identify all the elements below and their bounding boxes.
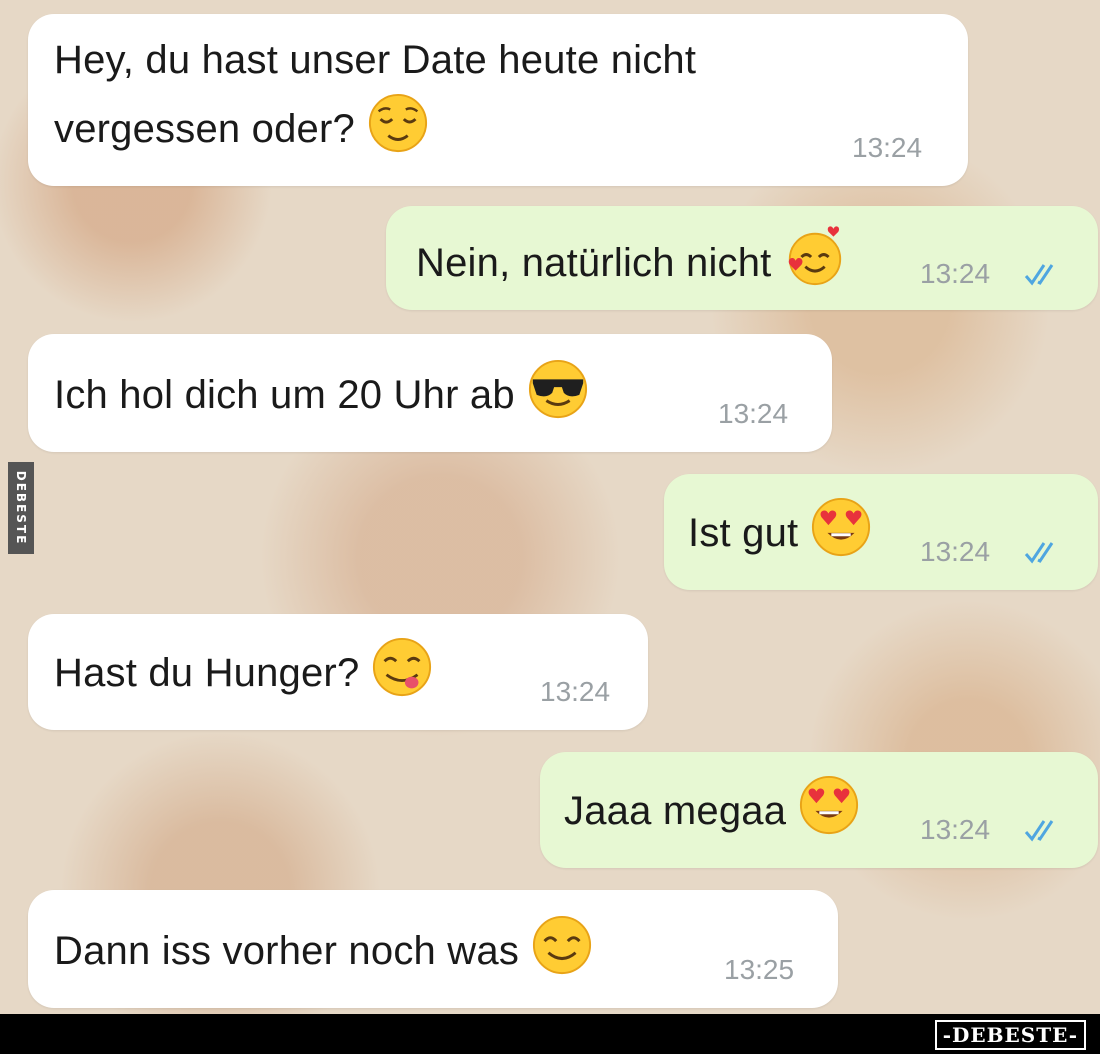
message-line-text: Nein, natürlich nicht — [416, 241, 772, 285]
message-line: vergessen oder? — [54, 92, 696, 161]
message-text: Ist gut — [688, 496, 872, 565]
side-watermark-text: DEBESTE — [14, 470, 28, 546]
message-time: 13:24 — [718, 398, 789, 429]
message-time: 13:25 — [724, 954, 795, 985]
message-line-text: Ist gut — [688, 511, 799, 555]
sunglasses-face-icon — [528, 359, 587, 419]
relieved-face-icon — [368, 93, 428, 153]
message-text: Jaaa megaa — [564, 774, 860, 843]
smiling-face-icon — [532, 915, 592, 975]
message-bubble-outgoing[interactable]: Ist gut 13:24 — [664, 474, 1098, 590]
message-bubble-incoming[interactable]: Hast du Hunger? 13:24 — [28, 614, 648, 730]
side-watermark: DEBESTE — [8, 462, 34, 554]
message-text: Ich hol dich um 20 Uhr ab — [54, 358, 589, 427]
chat-background: Hey, du hast unser Date heute nicht verg… — [0, 0, 1100, 1014]
message-time: 13:24 — [852, 132, 923, 163]
face-savoring-food-icon — [373, 637, 432, 697]
double-check-icon — [1024, 820, 1054, 842]
heart-eyes-face-icon — [800, 775, 859, 835]
message-bubble-outgoing[interactable]: Nein, natürlich nicht 13:24 — [386, 206, 1098, 310]
message-line-text: Dann iss vorher noch was — [54, 929, 520, 973]
smiling-face-with-hearts-icon — [788, 226, 841, 286]
message-bubble-incoming[interactable]: Dann iss vorher noch was 13:25 — [28, 890, 838, 1008]
message-time: 13:24 — [920, 814, 991, 845]
message-bubble-incoming[interactable]: Ich hol dich um 20 Uhr ab 13:24 — [28, 334, 832, 452]
message-bubble-incoming[interactable]: Hey, du hast unser Date heute nicht verg… — [28, 14, 968, 186]
message-text: Hey, du hast unser Date heute nicht verg… — [54, 28, 696, 161]
message-line-text: vergessen oder? — [54, 107, 355, 151]
message-time: 13:24 — [920, 258, 991, 289]
message-line-text: Ich hol dich um 20 Uhr ab — [54, 373, 515, 417]
footer-bar: -DEBESTE- — [0, 1014, 1100, 1054]
message-line: Hey, du hast unser Date heute nicht — [54, 38, 697, 82]
message-time: 13:24 — [540, 676, 611, 707]
double-check-icon — [1024, 542, 1054, 564]
message-line-text: Jaaa megaa — [564, 789, 787, 833]
message-text: Hast du Hunger? — [54, 636, 433, 705]
message-line-text: Hast du Hunger? — [54, 651, 360, 695]
message-bubble-outgoing[interactable]: Jaaa megaa 13:24 — [540, 752, 1098, 868]
heart-eyes-face-icon — [812, 497, 871, 557]
double-check-icon — [1024, 264, 1054, 286]
message-text: Nein, natürlich nicht — [416, 226, 846, 295]
brand-logo: -DEBESTE- — [934, 1020, 1086, 1050]
message-time: 13:24 — [920, 536, 991, 567]
message-text: Dann iss vorher noch was — [54, 914, 593, 983]
